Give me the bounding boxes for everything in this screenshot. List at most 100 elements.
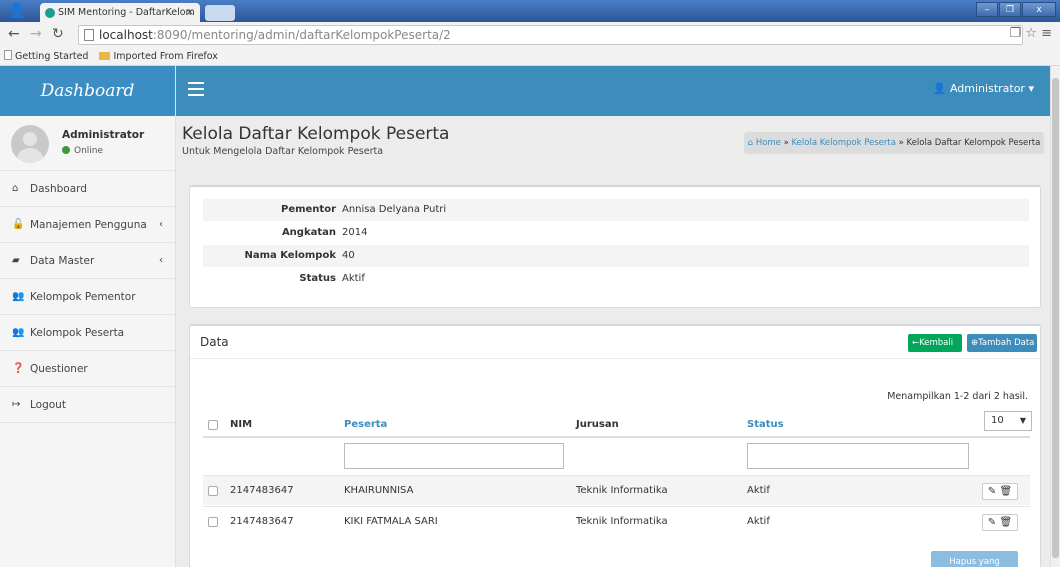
sidebar-item-questioner[interactable]: ❓ Questioner [0,351,175,387]
pencil-icon[interactable]: ✎ [988,517,996,528]
sidebar-item-kelompok-peserta[interactable]: 👥 Kelompok Peserta [0,315,175,351]
add-data-button[interactable]: ⊕Tambah Data [967,334,1037,352]
column-header-status[interactable]: Status [747,419,784,430]
page-title: Kelola Daftar Kelompok Peserta [182,124,450,144]
back-button[interactable]: ←Kembali [908,334,962,352]
close-window-button[interactable]: x [1022,2,1056,17]
trash-icon[interactable]: 🗑 [999,517,1012,528]
sidebar-item-logout[interactable]: ↦ Logout [0,387,175,423]
user-panel: Administrator Online [0,116,175,171]
page-size-select[interactable]: 10 ▼ [984,411,1032,431]
row-actions: ✎ 🗑 [982,483,1018,500]
breadcrumb-separator: » [898,138,904,148]
maximize-button[interactable]: ❐ [999,2,1021,17]
online-dot-icon [62,146,70,154]
cell-status: Aktif [747,485,770,496]
table-row: 2147483647 KIKI FATMALA SARI Teknik Info… [203,506,1030,536]
chevron-left-icon: ‹ [159,219,163,230]
pencil-icon[interactable]: ✎ [988,486,996,497]
browser-menu-icons[interactable]: ❐ ☆ ≡ [1010,26,1052,41]
browser-tab[interactable]: SIM Mentoring - DaftarKelom × [40,3,200,22]
sidebar-item-manajemen-pengguna[interactable]: 🔓 Manajemen Pengguna ‹ [0,207,175,243]
info-label: Pementor [280,204,336,215]
user-menu-dropdown[interactable]: 👤 Administrator ▾ [933,82,1034,95]
info-row-pementor: Pementor Annisa Delyana Putri [203,199,1029,221]
bookmark-imported-folder[interactable]: Imported From Firefox [99,48,218,65]
top-navbar: 👤 Administrator ▾ [176,66,1050,116]
sidebar-item-label: Data Master [30,255,95,267]
back-arrow-icon[interactable]: ← [8,26,20,42]
cell-peserta: KIKI FATMALA SARI [344,516,438,527]
avatar [11,125,49,163]
hamburger-menu-icon[interactable] [188,82,204,96]
sidebar-item-dashboard[interactable]: ⌂ Dashboard [0,171,175,207]
row-actions: ✎ 🗑 [982,514,1018,531]
unlock-icon: 🔓 [12,219,25,230]
page-scrollbar[interactable] [1050,66,1060,567]
info-row-angkatan: Angkatan 2014 [203,222,1029,244]
incognito-icon: 👤 [8,3,26,19]
sidebar-item-kelompok-pementor[interactable]: 👥 Kelompok Pementor [0,279,175,315]
info-label: Status [299,273,336,284]
sidebar-item-label: Manajemen Pengguna [30,219,147,231]
page-icon [4,50,12,60]
column-header-jurusan: Jurusan [576,419,619,430]
question-circle-icon: ❓ [12,363,25,374]
info-label: Nama Kelompok [244,250,336,261]
row-checkbox[interactable] [208,486,218,496]
info-value: 2014 [342,227,368,238]
tab-favicon-icon [45,8,55,18]
group-icon: 👥 [12,291,25,302]
url-host: localhost [99,28,153,42]
user-name: Administrator [62,129,145,141]
cell-peserta: KHAIRUNNISA [344,485,414,496]
sidebar: Dashboard Administrator Online ⌂ Dashboa… [0,66,176,567]
forward-arrow-icon[interactable]: → [30,26,42,42]
home-icon[interactable]: ⌂ [748,138,753,148]
bookmark-getting-started[interactable]: Getting Started [4,48,88,65]
info-value: 40 [342,250,355,261]
reload-icon[interactable]: ↻ [52,26,64,42]
scrollbar-thumb[interactable] [1052,78,1059,558]
sidebar-item-label: Kelompok Peserta [30,327,125,339]
tab-title: SIM Mentoring - DaftarKelom [58,7,195,18]
breadcrumb-current: Kelola Daftar Kelompok Peserta [906,138,1041,148]
new-tab-button[interactable] [205,5,235,21]
caret-down-icon: ▼ [1019,416,1026,425]
breadcrumb-home-link[interactable]: Home [756,138,781,148]
cell-jurusan: Teknik Informatika [576,485,668,496]
data-box-header: Data ←Kembali ⊕Tambah Data [190,326,1040,359]
sidebar-item-label: Kelompok Pementor [30,291,136,303]
row-checkbox[interactable] [208,517,218,527]
address-bar[interactable]: localhost:8090/mentoring/admin/daftarKel… [78,25,1023,45]
sidebar-item-data-master[interactable]: ▰ Data Master ‹ [0,243,175,279]
table-row: 2147483647 KHAIRUNNISA Teknik Informatik… [203,475,1030,505]
window-controls: – ❐ x [976,2,1056,18]
caret-down-icon: ▾ [1028,82,1034,95]
header-divider [203,436,1030,438]
cell-jurusan: Teknik Informatika [576,516,668,527]
info-value: Annisa Delyana Putri [342,204,447,215]
url-path: :8090/mentoring/admin/daftarKelompokPese… [152,28,451,42]
filter-peserta-input[interactable] [344,443,564,469]
minimize-button[interactable]: – [976,2,998,17]
info-value: Aktif [342,273,365,284]
page-icon [84,29,94,41]
select-all-checkbox[interactable] [208,420,218,430]
breadcrumb: ⌂ Home » Kelola Kelompok Peserta » Kelol… [744,132,1044,154]
tab-close-icon[interactable]: × [186,3,194,22]
delete-marked-button[interactable]: Hapus yang ditandai [931,551,1018,567]
column-header-peserta[interactable]: Peserta [344,419,387,430]
cell-status: Aktif [747,516,770,527]
info-row-status: Status Aktif [203,268,1029,290]
results-summary: Menampilkan 1-2 dari 2 hasil. [887,391,1028,402]
breadcrumb-level1-link[interactable]: Kelola Kelompok Peserta [792,138,896,148]
filter-status-input[interactable] [747,443,969,469]
trash-icon[interactable]: 🗑 [999,486,1012,497]
info-row-nama-kelompok: Nama Kelompok 40 [203,245,1029,267]
bookmarks-bar: Getting Started Imported From Firefox [0,48,1060,66]
home-icon: ⌂ [12,183,19,194]
page-subtitle: Untuk Mengelola Daftar Kelompok Peserta [182,146,384,157]
brand-logo[interactable]: Dashboard [0,66,175,116]
cell-nim: 2147483647 [230,485,294,496]
